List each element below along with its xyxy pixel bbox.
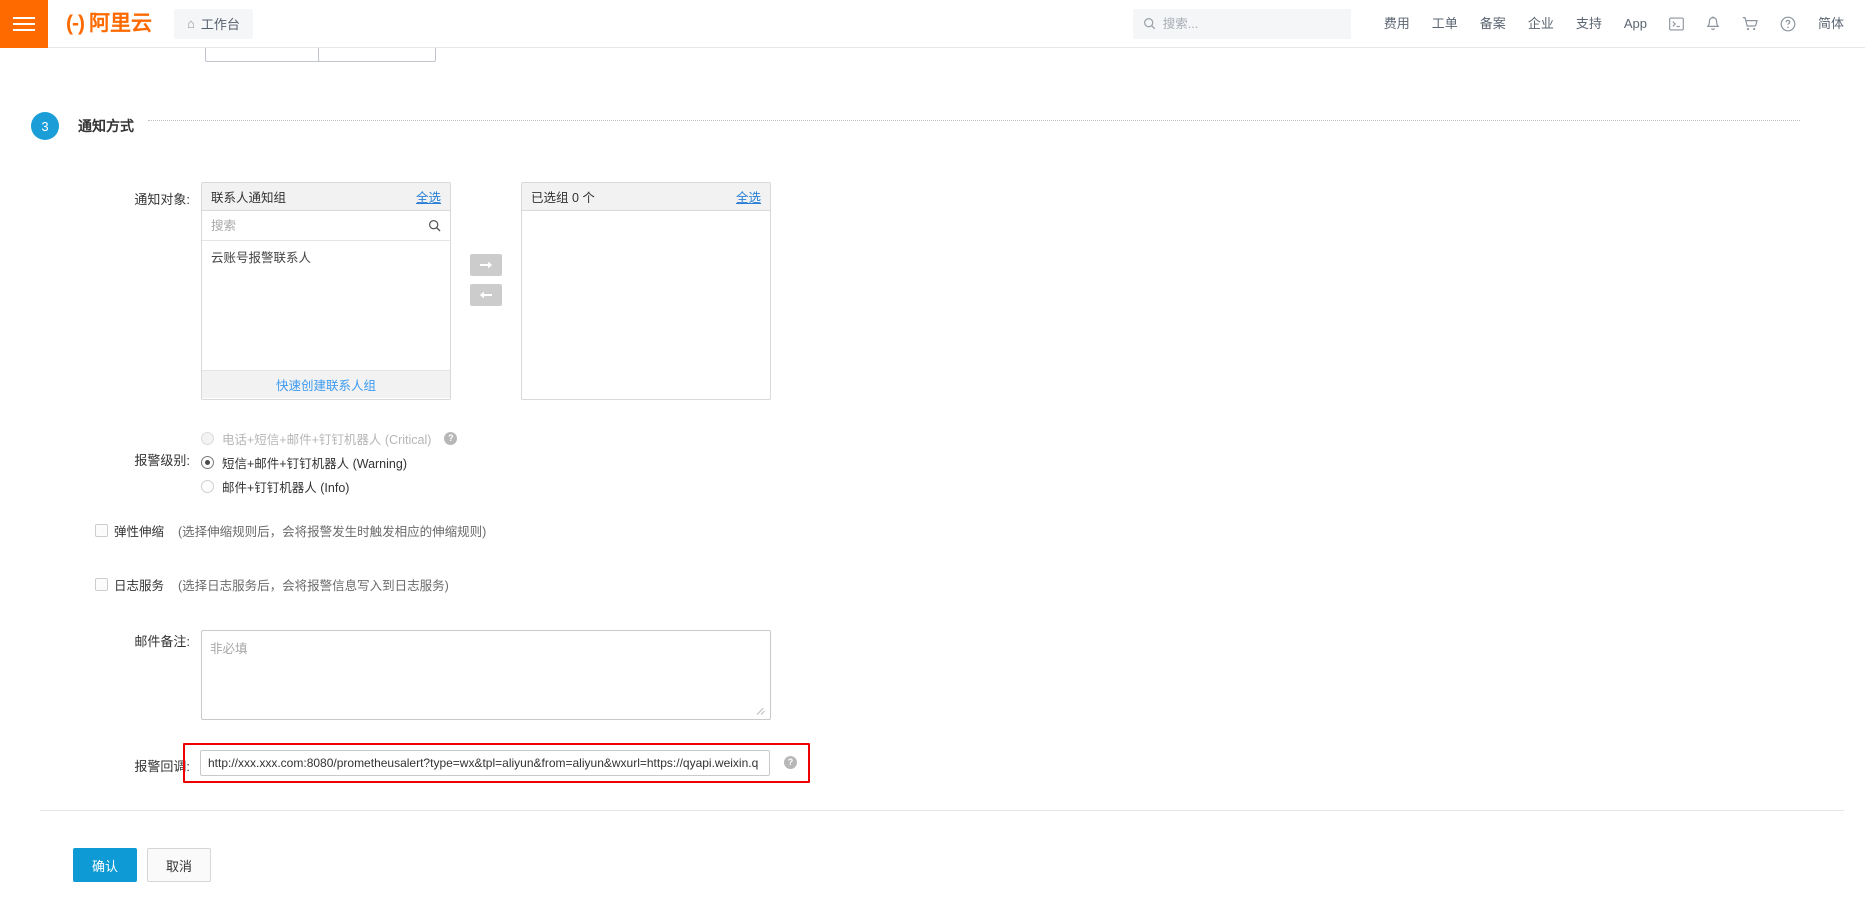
- elastic-scaling-checkbox[interactable]: [95, 524, 108, 537]
- search-icon: [429, 220, 441, 232]
- nav-link-app[interactable]: App: [1613, 0, 1658, 48]
- help-circle-icon[interactable]: [1769, 0, 1807, 48]
- form-action-buttons: 确认 取消: [73, 848, 212, 882]
- hamburger-menu-icon[interactable]: [0, 0, 48, 48]
- available-panel-header: 联系人通知组 全选: [202, 183, 450, 211]
- selected-select-all-link[interactable]: 全选: [736, 187, 761, 206]
- elastic-scaling-row[interactable]: 弹性伸缩 (选择伸缩规则后，会将报警发生时触发相应的伸缩规则): [95, 521, 486, 540]
- contact-group-available-panel: 联系人通知组 全选 云账号报警联系人 快速创建联系人组: [201, 182, 451, 400]
- search-input[interactable]: [1162, 16, 1341, 31]
- clipped-previous-step-fields: [0, 48, 1865, 68]
- search-icon: [1143, 18, 1155, 30]
- nav-link-enterprise[interactable]: 企业: [1517, 0, 1565, 48]
- available-items-list: 云账号报警联系人: [202, 241, 450, 370]
- top-header-bar: (-) 阿里云 ⌂ 工作台 费用 工单 备案 企业 支持 App: [0, 0, 1865, 48]
- alarm-rule-form-page: 3 通知方式 通知对象: 联系人通知组 全选 云账号报警联系人 快速创建联系人组: [0, 48, 1865, 922]
- header-right-cluster: 费用 工单 备案 企业 支持 App: [1132, 0, 1865, 48]
- log-service-checkbox[interactable]: [95, 578, 108, 591]
- confirm-button[interactable]: 确认: [73, 848, 138, 882]
- step-title: 通知方式: [78, 118, 134, 134]
- mail-remark-textarea[interactable]: [201, 630, 771, 720]
- radio-option-warning[interactable]: 短信+邮件+钉钉机器人 (Warning): [201, 450, 457, 474]
- clipped-input-left[interactable]: [205, 48, 323, 62]
- aliyun-logo-text: 阿里云: [88, 12, 152, 35]
- selected-items-list: [522, 211, 770, 400]
- nav-link-support[interactable]: 支持: [1565, 0, 1613, 48]
- contact-group-selected-panel: 已选组 0 个 全选: [521, 182, 771, 400]
- cart-icon[interactable]: [1731, 0, 1769, 48]
- alarm-level-radio-group: 电话+短信+邮件+钉钉机器人 (Critical) ? 短信+邮件+钉钉机器人 …: [201, 426, 458, 498]
- nav-link-ticket[interactable]: 工单: [1421, 0, 1469, 48]
- home-icon: ⌂: [186, 16, 195, 31]
- arrow-right-icon[interactable]: [470, 254, 502, 276]
- elastic-scaling-label: 弹性伸缩: [114, 525, 165, 539]
- selected-panel-title: 已选组 0 个: [531, 191, 595, 205]
- notify-target-label: 通知对象:: [134, 192, 190, 207]
- step-number-badge: 3: [31, 112, 59, 140]
- global-search-box[interactable]: [1132, 8, 1351, 39]
- cancel-button[interactable]: 取消: [147, 848, 212, 882]
- transfer-arrow-buttons: [470, 254, 502, 306]
- clipped-input-right[interactable]: [318, 48, 436, 62]
- quick-create-contact-group-link[interactable]: 快速创建联系人组: [276, 375, 376, 394]
- step-divider: [148, 120, 1800, 121]
- hamburger-bar: [13, 16, 35, 19]
- radio-label-critical: 电话+短信+邮件+钉钉机器人 (Critical): [222, 432, 432, 447]
- elastic-scaling-hint: (选择伸缩规则后，会将报警发生时触发相应的伸缩规则): [178, 525, 487, 539]
- step-3-header: 3 通知方式: [0, 106, 1865, 146]
- contact-group-search-input[interactable]: [211, 218, 428, 233]
- log-service-label: 日志服务: [114, 579, 165, 593]
- terminal-icon[interactable]: [1658, 0, 1695, 48]
- radio-option-critical: 电话+短信+邮件+钉钉机器人 (Critical) ?: [201, 426, 458, 450]
- radio-mark-info[interactable]: [201, 479, 214, 493]
- hamburger-bar: [13, 22, 35, 25]
- bell-icon[interactable]: [1695, 0, 1731, 48]
- available-panel-title: 联系人通知组: [211, 191, 287, 205]
- alarm-level-label: 报警级别:: [134, 453, 190, 468]
- alarm-callback-label: 报警回调:: [134, 759, 190, 774]
- nav-link-fee[interactable]: 费用: [1373, 0, 1421, 48]
- contact-group-search-row[interactable]: [202, 211, 450, 241]
- log-service-row[interactable]: 日志服务 (选择日志服务后，会将报警信息写入到日志服务): [95, 575, 449, 594]
- workbench-button[interactable]: ⌂ 工作台: [173, 8, 253, 39]
- available-select-all-link[interactable]: 全选: [416, 187, 441, 206]
- log-service-hint: (选择日志服务后，会将报警信息写入到日志服务): [178, 579, 449, 593]
- radio-mark-critical: [201, 431, 214, 445]
- help-circle-icon[interactable]: ?: [784, 756, 797, 769]
- hamburger-bar: [13, 28, 35, 31]
- radio-option-info[interactable]: 邮件+钉钉机器人 (Info): [201, 474, 457, 498]
- available-panel-footer: 快速创建联系人组: [202, 370, 450, 398]
- language-switch[interactable]: 简体: [1807, 0, 1855, 48]
- list-item[interactable]: 云账号报警联系人: [202, 241, 450, 270]
- aliyun-logo-mark: (-): [66, 12, 85, 35]
- arrow-left-icon[interactable]: [470, 284, 502, 306]
- aliyun-logo[interactable]: (-) 阿里云: [66, 13, 152, 34]
- help-circle-icon[interactable]: ?: [444, 431, 458, 445]
- radio-label-info: 邮件+钉钉机器人 (Info): [222, 480, 350, 495]
- radio-mark-warning[interactable]: [201, 455, 214, 469]
- alarm-callback-input[interactable]: [200, 750, 770, 776]
- workbench-label: 工作台: [200, 17, 240, 32]
- nav-link-icp[interactable]: 备案: [1469, 0, 1517, 48]
- radio-label-warning: 短信+邮件+钉钉机器人 (Warning): [222, 456, 407, 471]
- selected-panel-header: 已选组 0 个 全选: [522, 183, 770, 211]
- footer-divider: [40, 810, 1844, 811]
- mail-remark-label: 邮件备注:: [134, 634, 190, 649]
